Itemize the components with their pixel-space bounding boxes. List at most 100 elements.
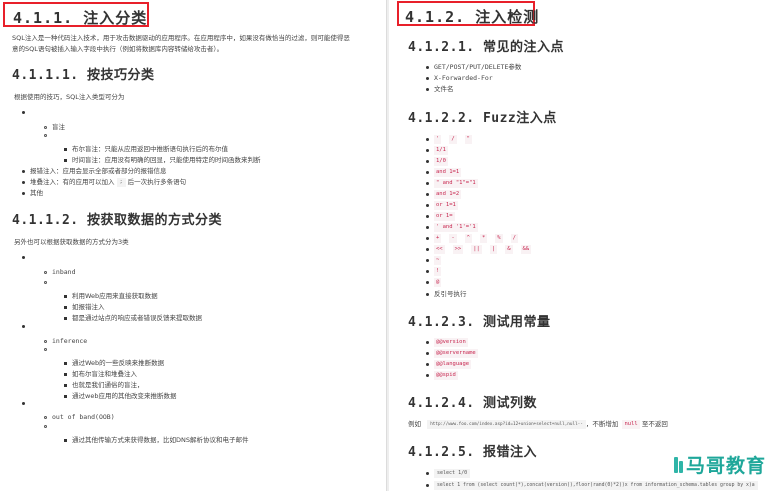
constant-servername: @@servername bbox=[434, 349, 478, 358]
bullet bbox=[426, 352, 429, 355]
list-item: 都是通过站点的响应或者错误反馈来提取数据 bbox=[64, 314, 202, 323]
fuzz-item: " and "1"="1 bbox=[426, 179, 478, 188]
bullet bbox=[426, 259, 429, 262]
item-time-blind: 时间盲注：应用没有明确的回显，只能使用特定的时间函数来判断 bbox=[72, 156, 261, 164]
list-item: 报错注入：应用会显示全部或者部分的报错信息 bbox=[22, 167, 167, 176]
fuzz-item: or 1= bbox=[426, 212, 455, 221]
bullet bbox=[426, 226, 429, 229]
list-item: 盲注 bbox=[44, 123, 65, 132]
bullet bbox=[426, 77, 429, 80]
list-item: inband bbox=[44, 268, 75, 277]
item-bool-blind: 布尔盲注：只能从应用返回中推断语句执行后的布尔值 bbox=[72, 145, 228, 153]
bullet bbox=[44, 134, 47, 137]
column-count-example: 例如 http://www.foo.com/index.asp?id=12+un… bbox=[408, 420, 668, 429]
subsection-title-column-count: 4.1.2.4. 测试列数 bbox=[408, 396, 537, 411]
fuzz-token: ! bbox=[434, 267, 442, 276]
fuzz-item: ! bbox=[426, 267, 442, 276]
watermark-logo: 马哥教育 bbox=[673, 451, 766, 478]
bullet bbox=[64, 384, 67, 387]
list-item: 如布尔盲注和堆叠注入 bbox=[64, 370, 137, 379]
subsection-title-constants: 4.1.2.3. 测试用常量 bbox=[408, 315, 551, 330]
bullet bbox=[22, 181, 25, 184]
injection-point-params: GET/POST/PUT/DELETE参数 bbox=[434, 63, 522, 71]
constant-version: @@version bbox=[434, 338, 468, 347]
right-section-title: 4.1.2. 注入检测 bbox=[405, 8, 540, 26]
bullet bbox=[22, 402, 25, 405]
list-item bbox=[22, 256, 30, 259]
list-item: 布尔盲注：只能从应用返回中推断语句执行后的布尔值 bbox=[64, 145, 228, 154]
list-item bbox=[22, 325, 30, 328]
list-item bbox=[44, 134, 52, 137]
bullet bbox=[426, 215, 429, 218]
fuzz-token: 1/1 bbox=[434, 146, 448, 155]
bullet bbox=[22, 256, 25, 259]
fuzz-token: or 1= bbox=[434, 212, 455, 221]
bullet bbox=[426, 204, 429, 207]
bullet bbox=[22, 170, 25, 173]
item-inference-3: 也就是我们通俗的盲注， bbox=[72, 381, 144, 389]
fuzz-token: && bbox=[520, 245, 532, 254]
constant-spid: @@spid bbox=[434, 371, 458, 380]
list-item: 堆叠注入：有的应用可以加入 ; 后一次执行多条语句 bbox=[22, 178, 186, 187]
bullet bbox=[426, 138, 429, 141]
bullet bbox=[22, 192, 25, 195]
fuzz-token: / bbox=[510, 234, 518, 243]
list-item bbox=[44, 281, 52, 284]
bullet bbox=[64, 148, 67, 151]
example-mid: ，不断增加 bbox=[585, 420, 619, 428]
list-item: select 1/0 bbox=[426, 469, 471, 478]
item-error: 报错注入：应用会显示全部或者部分的报错信息 bbox=[30, 167, 167, 175]
fuzz-token: " bbox=[464, 135, 472, 144]
bullet bbox=[44, 271, 47, 274]
constant-language: @@language bbox=[434, 360, 472, 369]
fuzz-backtick: 反引号执行 bbox=[434, 290, 467, 298]
right-title-highlight: 4.1.2. 注入检测 bbox=[397, 1, 538, 26]
list-item: @@spid bbox=[426, 371, 462, 380]
bullet bbox=[44, 340, 47, 343]
bullet bbox=[64, 362, 67, 365]
fuzz-item: and 1=2 bbox=[426, 190, 462, 199]
fuzz-token: & bbox=[505, 245, 513, 254]
item-inference-4: 通过web应用的其他改变来推断数据 bbox=[72, 392, 177, 400]
item-oob-1: 通过其他传输方式来获得数据，比如DNS解析协议和电子邮件 bbox=[72, 436, 249, 444]
bullet bbox=[22, 325, 25, 328]
item-blind: 盲注 bbox=[52, 123, 65, 131]
injection-point-filename: 文件名 bbox=[434, 85, 454, 93]
list-item: 文件名 bbox=[426, 85, 454, 94]
item-inference-1: 通过Web的一些反映来推断数据 bbox=[72, 359, 165, 367]
bullet bbox=[44, 126, 47, 129]
subsection-title-error-injection: 4.1.2.5. 报错注入 bbox=[408, 445, 537, 460]
list-item: 通过web应用的其他改变来推断数据 bbox=[64, 392, 176, 401]
bullet bbox=[426, 237, 429, 240]
fuzz-item: ~ bbox=[426, 256, 442, 265]
fuzz-token: + bbox=[434, 234, 442, 243]
bullet bbox=[426, 171, 429, 174]
watermark-icon bbox=[673, 455, 684, 475]
item-inband-3: 都是通过站点的响应或者错误反馈来提取数据 bbox=[72, 314, 202, 322]
technique-intro: 根据使用的技巧，SQL注入类型可分为 bbox=[14, 93, 125, 101]
list-item: 时间盲注：应用没有明确的回显，只能使用特定的时间函数来判断 bbox=[64, 156, 261, 165]
list-item: 通过其他传输方式来获得数据，比如DNS解析协议和电子邮件 bbox=[64, 436, 249, 445]
fuzz-item: @ bbox=[426, 278, 442, 287]
left-title-highlight: 4.1.1. 注入分类 bbox=[3, 2, 149, 27]
fuzz-item: ' / " bbox=[426, 135, 480, 144]
bullet bbox=[426, 293, 429, 296]
bullet bbox=[44, 416, 47, 419]
item-inference-2: 如布尔盲注和堆叠注入 bbox=[72, 370, 137, 378]
list-item bbox=[44, 425, 52, 428]
bullet bbox=[426, 248, 429, 251]
item-inband-2: 如报错注入 bbox=[72, 303, 105, 311]
fuzz-token: % bbox=[495, 234, 503, 243]
bullet bbox=[426, 281, 429, 284]
fuzz-token: ^ bbox=[464, 234, 472, 243]
bullet bbox=[44, 425, 47, 428]
fuzz-token: @ bbox=[434, 278, 442, 287]
left-section-title: 4.1.1. 注入分类 bbox=[13, 9, 148, 27]
fuzz-item: 1/0 bbox=[426, 157, 448, 166]
stacked-code: ; bbox=[116, 178, 126, 187]
list-item bbox=[22, 402, 30, 405]
bullet bbox=[426, 193, 429, 196]
injection-point-xff: X-Forwarded-For bbox=[434, 74, 493, 82]
fuzz-item: and 1=1 bbox=[426, 168, 462, 177]
bullet bbox=[426, 374, 429, 377]
